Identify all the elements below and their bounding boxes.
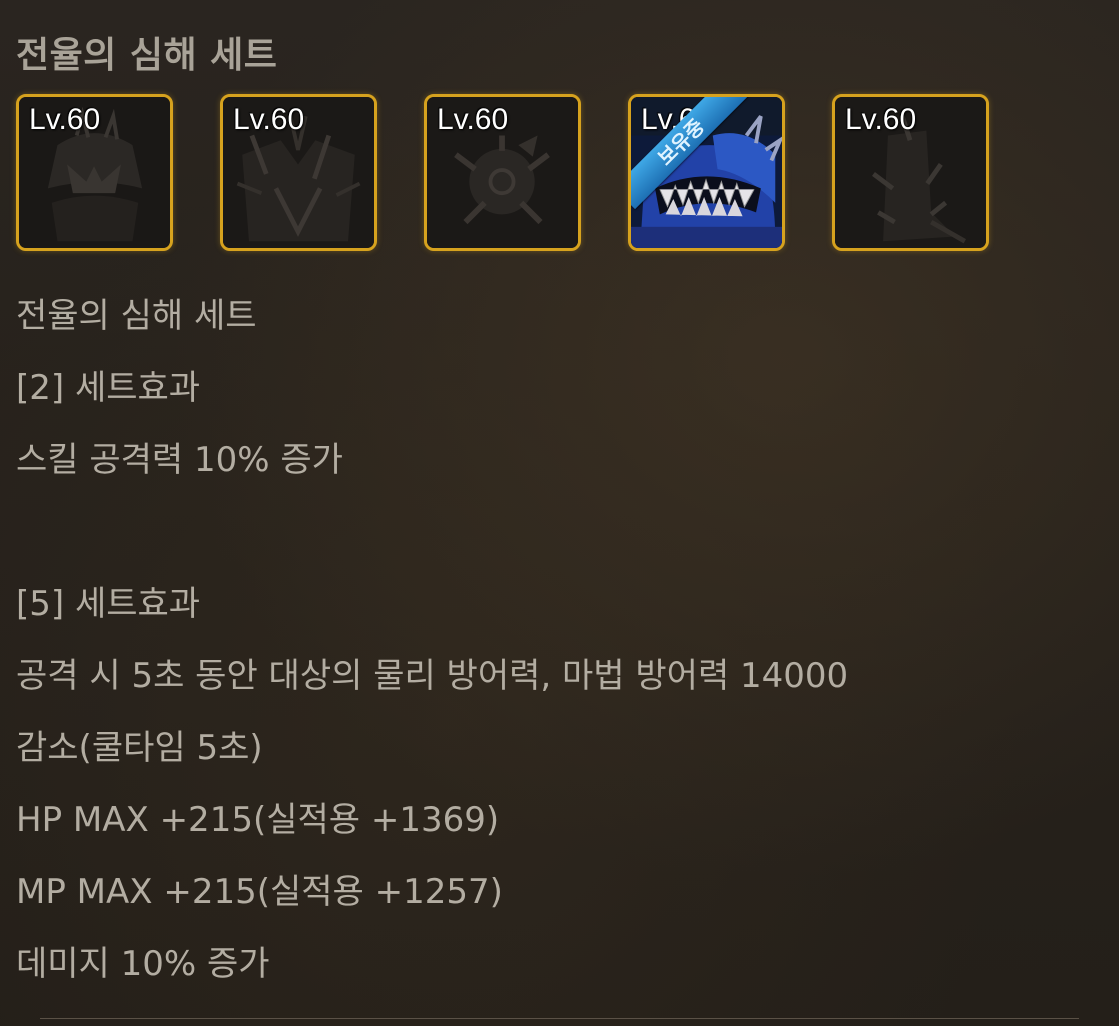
item-slot-helmet[interactable]: Lv.60 [16,94,173,251]
effect-2-title: [2] 세트효과 [16,368,201,408]
item-slot-armor[interactable]: Lv.60 [220,94,377,251]
effect-5-text-1: 공격 시 5초 동안 대상의 물리 방어력, 마법 방어력 14000 [16,656,849,696]
divider [40,1018,1079,1019]
set-title: 전율의 심해 세트 [16,35,278,76]
item-level: Lv.60 [437,103,509,136]
effect-5-text-3: HP MAX +215(실적용 +1369) [16,800,500,840]
set-tooltip-panel: 전율의 심해 세트 Lv.60 Lv.60 Lv.60 보유중 Lv.60 Lv… [0,0,1119,1026]
set-items-row: Lv.60 Lv.60 Lv.60 보유중 Lv.60 Lv.60 [16,94,989,251]
set-description: 전율의 심해 세트 [2] 세트효과 스킬 공격력 10% 증가 [5] 세트효… [16,280,848,1000]
item-level: Lv.60 [233,103,305,136]
effect-5-title: [5] 세트효과 [16,584,201,624]
set-name: 전율의 심해 세트 [16,296,257,336]
effect-5-text-2: 감소(쿨타임 5초) [16,728,263,768]
item-slot-glove[interactable]: 보유중 Lv.60 [628,94,785,251]
item-slot-boots[interactable]: Lv.60 [832,94,989,251]
item-slot-shoulder[interactable]: Lv.60 [424,94,581,251]
item-level: Lv.60 [845,103,917,136]
effect-2-text: 스킬 공격력 10% 증가 [16,440,343,480]
item-level: Lv.60 [29,103,101,136]
effect-5-text-4: MP MAX +215(실적용 +1257) [16,872,503,912]
effect-5-text-5: 데미지 10% 증가 [16,944,270,984]
